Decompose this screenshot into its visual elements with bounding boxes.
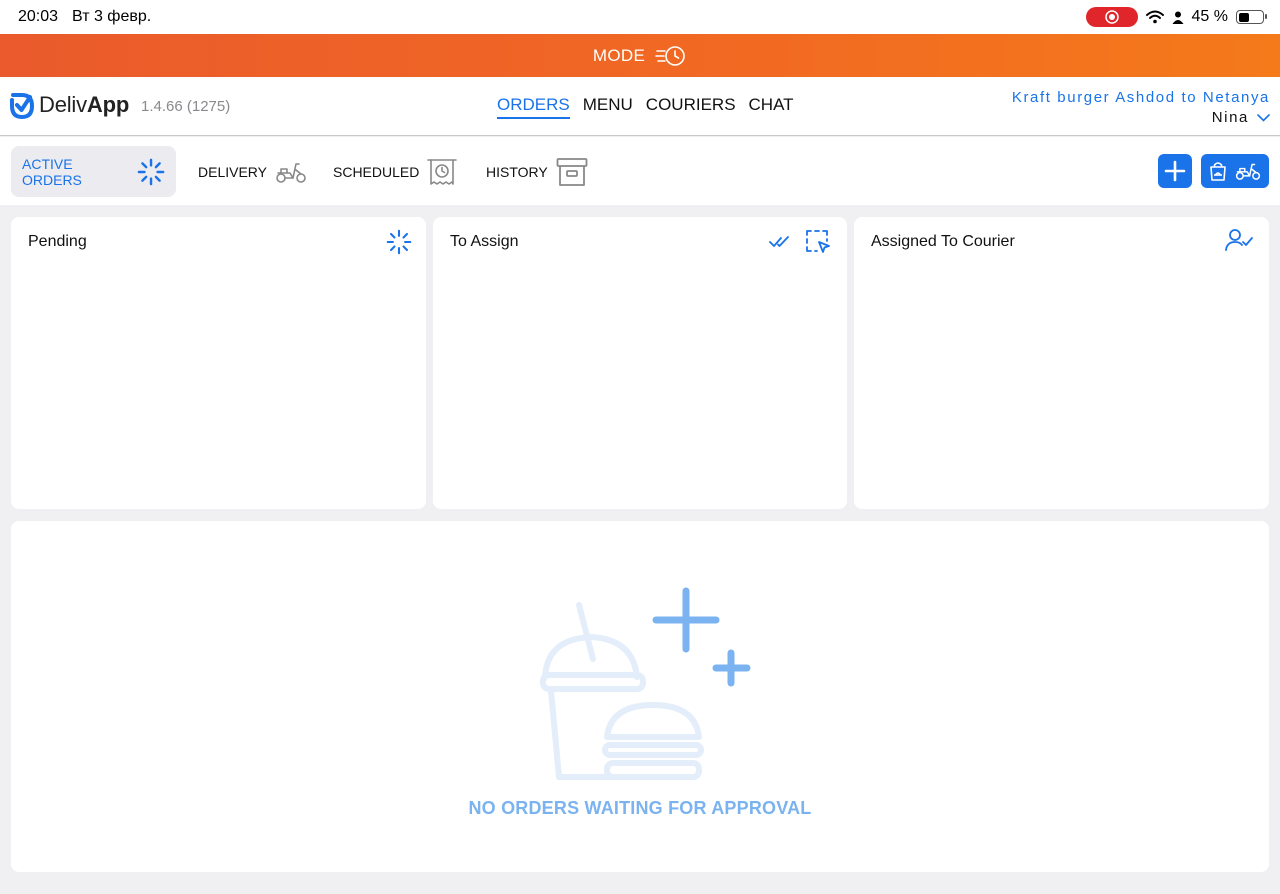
user-name: Nina: [1211, 109, 1249, 126]
tab-label: DELIVERY: [198, 163, 267, 180]
panel-title: Pending: [28, 233, 87, 250]
drink-burger-plus-illustration: [540, 587, 751, 780]
to-assign-panel: To Assign: [433, 217, 847, 509]
mode-banner[interactable]: MODE: [0, 34, 1280, 77]
status-bar: 20:03 Вт 3 февр. 45 %: [0, 0, 1280, 34]
tab-active-orders[interactable]: ACTIVE ORDERS: [11, 146, 176, 197]
wifi-icon: [1145, 10, 1164, 24]
status-time: 20:03: [18, 8, 59, 25]
app-header: DelivApp 1.4.66 (1275) ORDERS MENU COURI…: [0, 77, 1280, 136]
scooter-icon: [1235, 163, 1261, 180]
order-type-toggle-button[interactable]: [1201, 154, 1269, 188]
battery-percent: 45 %: [1191, 8, 1228, 25]
scheduled-receipt-icon: [427, 158, 458, 185]
tab-scheduled[interactable]: SCHEDULED: [322, 146, 468, 197]
mode-label: MODE: [592, 45, 646, 65]
orders-awaiting-approval-panel: NO ORDERS WAITING FOR APPROVAL: [11, 521, 1269, 872]
add-order-button[interactable]: [1158, 154, 1192, 188]
delivapp-logo[interactable]: DelivApp: [9, 91, 129, 119]
chevron-down-icon[interactable]: [1257, 113, 1270, 122]
screen-record-indicator[interactable]: [1085, 7, 1138, 27]
tab-label: HISTORY: [486, 163, 548, 180]
nav-couriers[interactable]: COURIERS: [646, 95, 736, 119]
person-icon: [1172, 11, 1184, 24]
nav-chat[interactable]: CHAT: [749, 95, 794, 119]
spinner-icon: [137, 158, 165, 185]
tab-label: ACTIVE ORDERS: [22, 155, 82, 188]
empty-state-message: NO ORDERS WAITING FOR APPROVAL: [468, 798, 812, 818]
assigned-to-courier-panel: Assigned To Courier: [854, 217, 1269, 509]
scooter-icon: [276, 162, 306, 183]
battery-icon: [1236, 10, 1267, 24]
store-name: Kraft burger Ashdod to Netanya: [1011, 89, 1270, 106]
nav-menu[interactable]: MENU: [583, 95, 633, 119]
tab-label: SCHEDULED: [333, 163, 420, 180]
bag-icon: [1210, 162, 1226, 181]
pending-panel: Pending: [11, 217, 426, 509]
fast-clock-icon: [655, 45, 685, 66]
archive-box-icon: [556, 157, 588, 186]
user-check-icon[interactable]: [1225, 229, 1253, 251]
status-date: Вт 3 февр.: [72, 8, 152, 25]
logo-text: DelivApp: [39, 92, 130, 117]
order-tabs-bar: ACTIVE ORDERS DELIVERY SCHEDULED HISTORY: [0, 137, 1280, 205]
double-check-icon[interactable]: [769, 235, 791, 249]
plus-icon: [1164, 160, 1186, 182]
nav-orders[interactable]: ORDERS: [497, 95, 570, 119]
panel-title: Assigned To Courier: [871, 233, 1015, 250]
top-nav: ORDERS MENU COURIERS CHAT: [497, 95, 794, 119]
app-version: 1.4.66 (1275): [141, 98, 231, 115]
delivapp-logo-icon: [10, 93, 35, 119]
spinner-icon[interactable]: [386, 229, 412, 255]
select-cursor-icon[interactable]: [805, 229, 831, 255]
tab-history[interactable]: HISTORY: [475, 146, 599, 197]
tab-delivery[interactable]: DELIVERY: [187, 146, 318, 197]
panel-title: To Assign: [450, 233, 519, 250]
store-selector[interactable]: Kraft burger Ashdod to Netanya Nina: [1012, 89, 1270, 126]
record-icon: [1104, 10, 1119, 24]
